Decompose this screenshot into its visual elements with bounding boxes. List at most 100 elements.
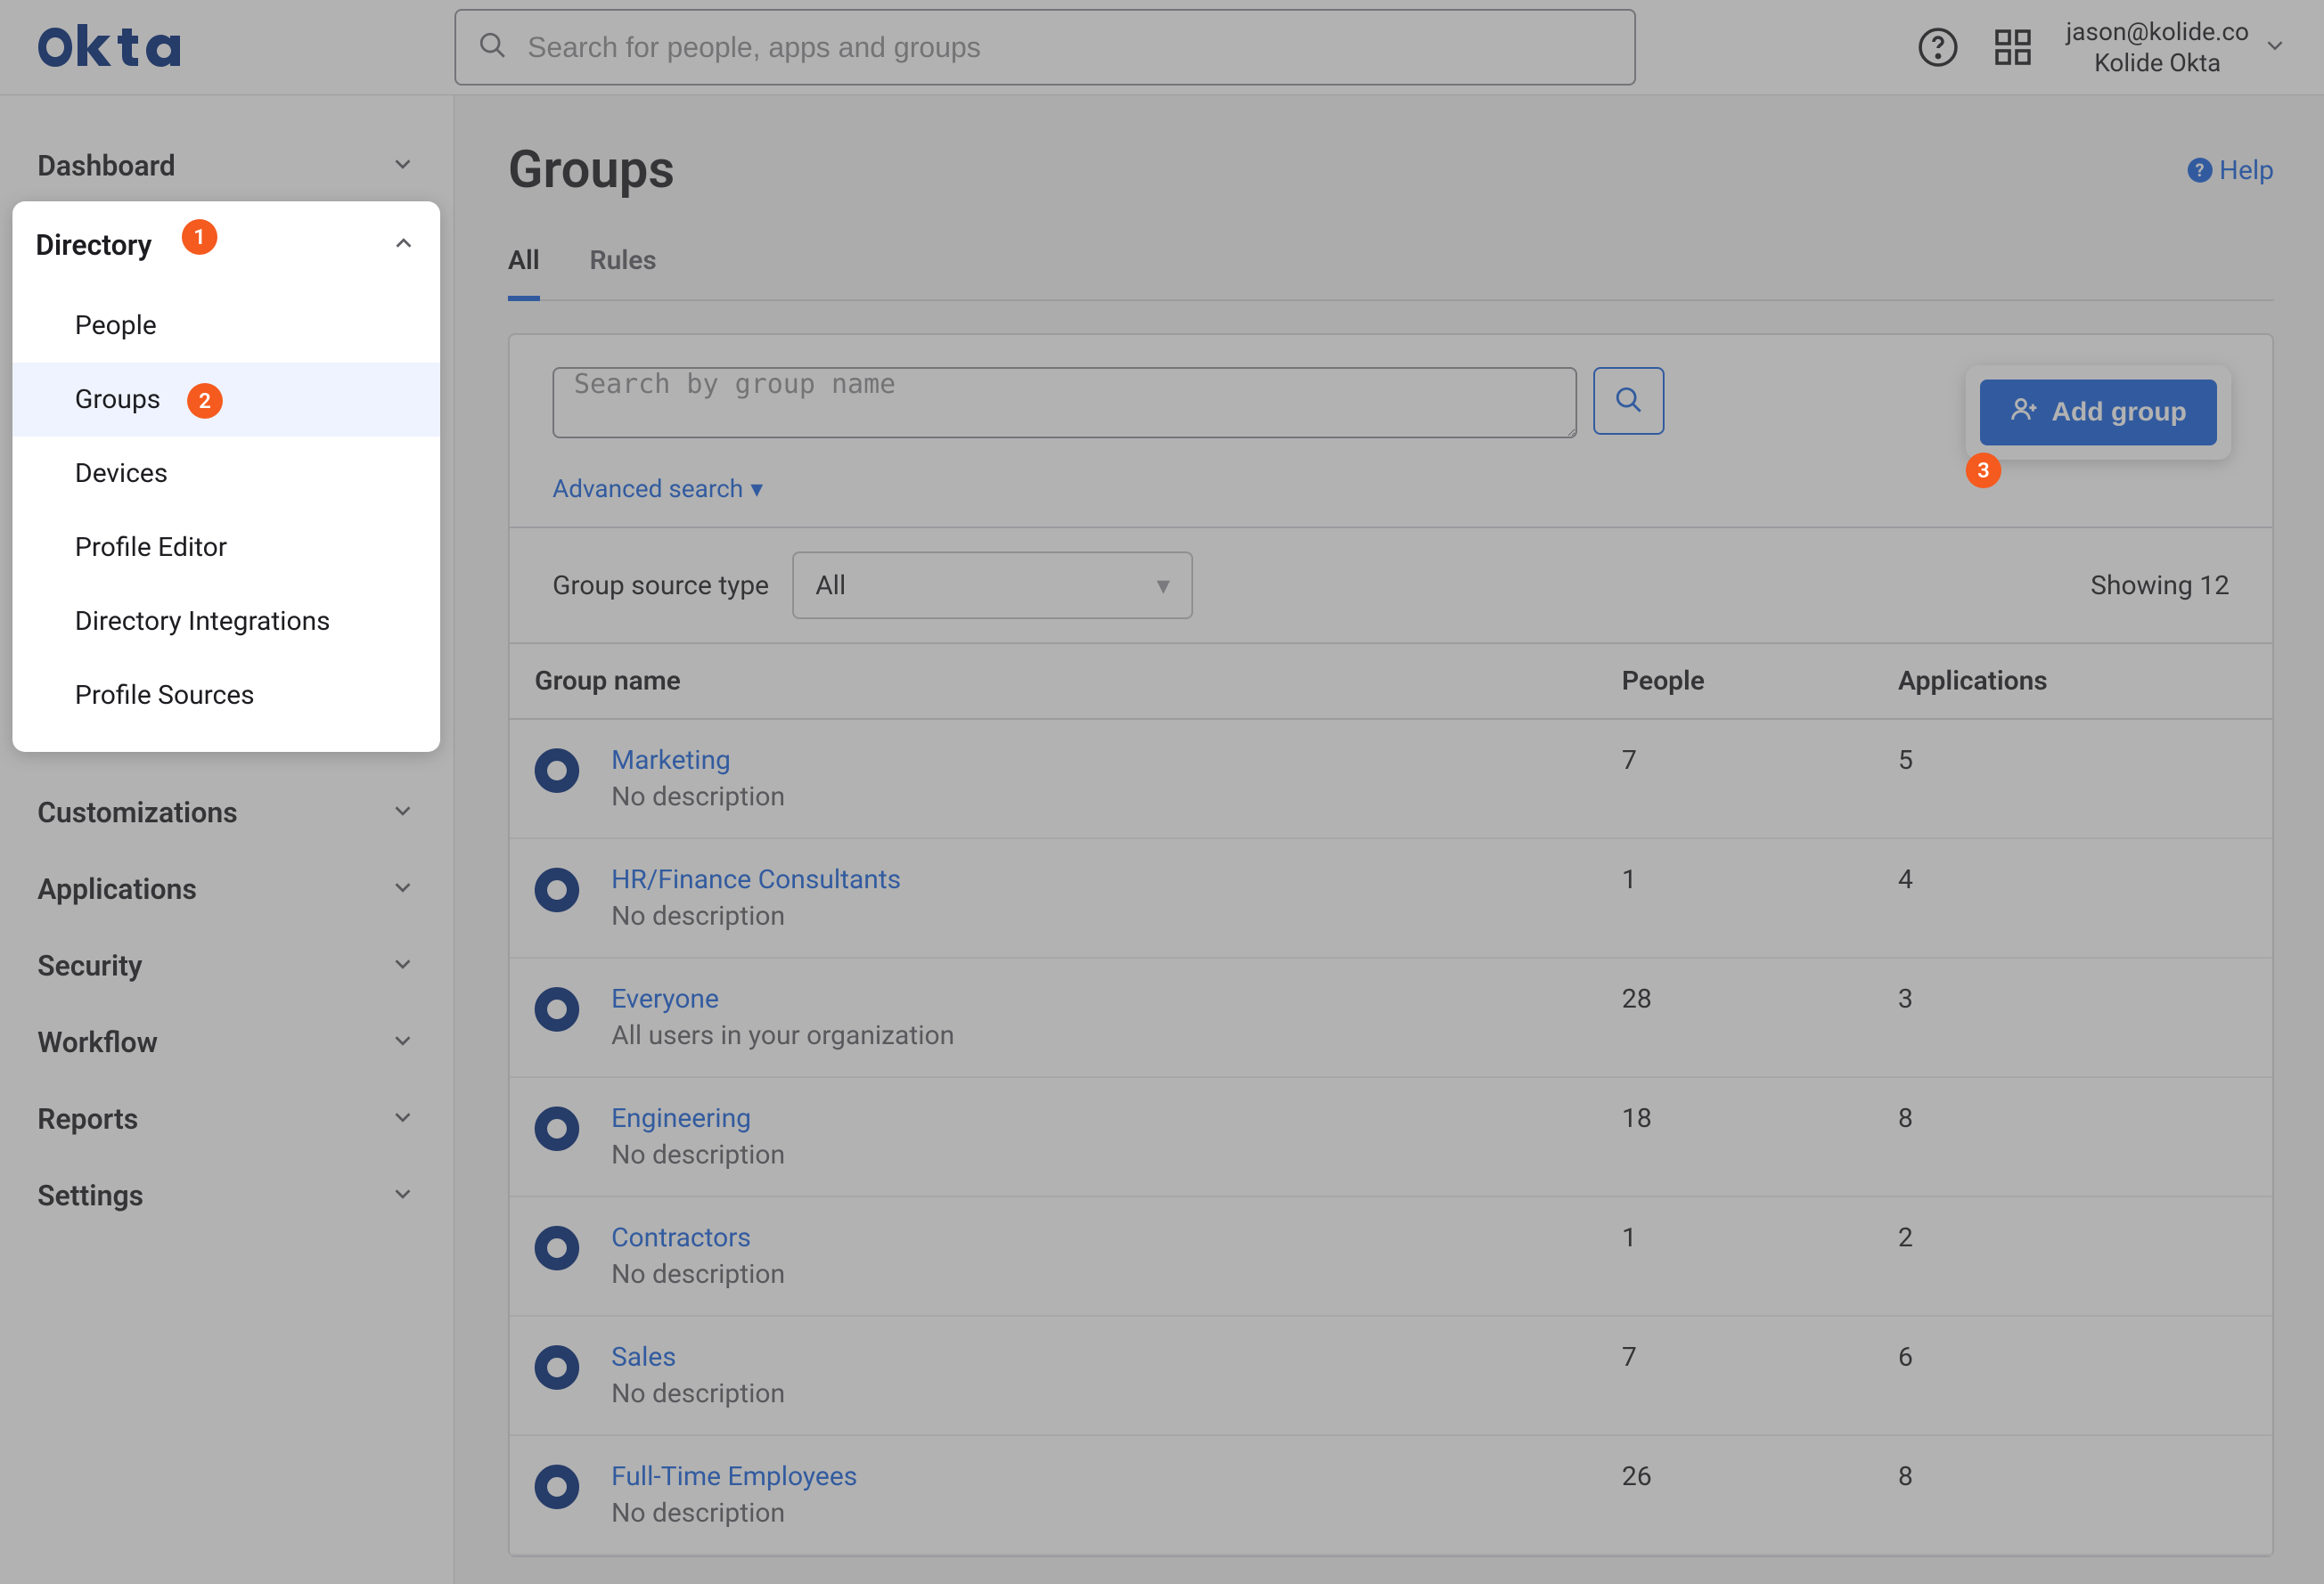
group-circle-icon (535, 1465, 579, 1509)
directory-sub-profile-editor[interactable]: Profile Editor (12, 510, 440, 584)
apps-grid-icon[interactable] (1992, 26, 2034, 69)
directory-sub-devices[interactable]: Devices (12, 437, 440, 510)
directory-sub-groups[interactable]: Groups (12, 363, 440, 437)
chevron-down-icon (389, 1104, 416, 1134)
group-source-type-select[interactable]: All ▾ (792, 551, 1193, 619)
group-name-link[interactable]: HR/Finance Consultants (611, 864, 901, 895)
directory-sub-people[interactable]: People (12, 289, 440, 363)
col-header-people: People (1597, 644, 1873, 719)
apps-cell: 6 (1873, 1316, 2272, 1435)
group-circle-icon (535, 987, 579, 1032)
group-desc: No description (611, 1139, 785, 1171)
user-menu-button[interactable]: jason@kolide.co Kolide Okta (2066, 16, 2288, 78)
chevron-down-icon (389, 874, 416, 904)
table-row[interactable]: Engineering No description 18 8 (510, 1077, 2272, 1196)
table-row[interactable]: Full-Time Employees No description 26 8 (510, 1435, 2272, 1555)
sidebar-item-security[interactable]: Security (0, 927, 454, 1004)
group-source-type-label: Group source type (552, 570, 769, 601)
group-desc: No description (611, 1498, 857, 1529)
people-cell: 28 (1597, 958, 1873, 1077)
apps-cell: 5 (1873, 719, 2272, 838)
group-desc: No description (611, 781, 785, 812)
table-row[interactable]: Marketing No description 7 5 (510, 719, 2272, 838)
help-link[interactable]: ? Help (2188, 155, 2274, 186)
group-circle-icon (535, 1106, 579, 1151)
add-user-icon (2010, 395, 2039, 430)
group-desc: All users in your organization (611, 1020, 954, 1051)
group-search-button[interactable] (1593, 367, 1665, 435)
group-circle-icon (535, 868, 579, 912)
chevron-down-icon (389, 1180, 416, 1211)
sidebar-item-directory[interactable]: Directory (12, 201, 440, 289)
tabs: All Rules (508, 245, 2274, 301)
apps-cell: 3 (1873, 958, 2272, 1077)
add-group-button[interactable]: Add group (1980, 380, 2217, 445)
group-desc: No description (611, 901, 901, 932)
group-name-link[interactable]: Marketing (611, 745, 785, 776)
people-cell: 26 (1597, 1435, 1873, 1555)
people-cell: 7 (1597, 719, 1873, 838)
people-cell: 1 (1597, 838, 1873, 958)
group-circle-icon (535, 1345, 579, 1390)
people-cell: 1 (1597, 1196, 1873, 1316)
group-search-input[interactable] (552, 367, 1577, 438)
group-name-link[interactable]: Contractors (611, 1222, 785, 1253)
col-header-group-name: Group name (510, 644, 1597, 719)
sidebar-item-reports[interactable]: Reports (0, 1081, 454, 1157)
sidebar-item-settings[interactable]: Settings (0, 1157, 454, 1234)
apps-cell: 4 (1873, 838, 2272, 958)
group-name-link[interactable]: Engineering (611, 1103, 785, 1134)
chevron-down-icon (389, 1027, 416, 1057)
apps-cell: 8 (1873, 1077, 2272, 1196)
chevron-down-icon (389, 951, 416, 981)
user-email: jason@kolide.co (2066, 16, 2249, 47)
group-desc: No description (611, 1259, 785, 1290)
global-search-input[interactable] (454, 9, 1636, 86)
main-content: Groups ? Help All Rules (454, 95, 2324, 1584)
callout-badge-3: 3 (1966, 453, 2001, 488)
sidebar-item-customizations[interactable]: Customizations (0, 774, 454, 851)
apps-cell: 2 (1873, 1196, 2272, 1316)
table-row[interactable]: Sales No description 7 6 (510, 1316, 2272, 1435)
table-row[interactable]: Contractors No description 1 2 (510, 1196, 2272, 1316)
directory-sub-directory-integrations[interactable]: Directory Integrations (12, 584, 440, 658)
topbar: jason@kolide.co Kolide Okta (0, 0, 2324, 95)
sidebar-item-applications[interactable]: Applications (0, 851, 454, 927)
group-circle-icon (535, 1226, 579, 1270)
chevron-down-icon (389, 797, 416, 828)
group-circle-icon (535, 748, 579, 793)
group-name-link[interactable]: Full-Time Employees (611, 1461, 857, 1492)
chevron-down-icon (389, 151, 416, 181)
caret-down-icon: ▾ (750, 474, 763, 503)
search-icon (478, 30, 508, 64)
people-cell: 18 (1597, 1077, 1873, 1196)
tab-rules[interactable]: Rules (590, 245, 657, 301)
directory-sub-profile-sources[interactable]: Profile Sources (12, 658, 440, 732)
group-name-link[interactable]: Everyone (611, 984, 954, 1015)
page-title: Groups (508, 140, 675, 200)
help-question-icon: ? (2188, 158, 2213, 183)
sidebar-item-workflow[interactable]: Workflow (0, 1004, 454, 1081)
user-org: Kolide Okta (2066, 47, 2249, 78)
table-row[interactable]: HR/Finance Consultants No description 1 … (510, 838, 2272, 958)
okta-logo[interactable] (36, 23, 454, 71)
showing-count: Showing 12 (2091, 570, 2230, 601)
sidebar-item-dashboard[interactable]: Dashboard (0, 127, 454, 204)
people-cell: 7 (1597, 1316, 1873, 1435)
directory-popup: Directory People Groups Devices Profile … (12, 201, 440, 752)
chevron-up-icon (390, 230, 417, 260)
apps-cell: 8 (1873, 1435, 2272, 1555)
caret-down-icon: ▾ (1157, 570, 1170, 601)
chevron-down-icon (2262, 32, 2288, 62)
search-icon (1614, 385, 1644, 418)
tab-all[interactable]: All (508, 245, 540, 301)
help-circle-icon[interactable] (1917, 26, 1960, 69)
group-name-link[interactable]: Sales (611, 1342, 785, 1373)
callout-badge-1: 1 (182, 219, 217, 255)
table-row[interactable]: Everyone All users in your organization … (510, 958, 2272, 1077)
callout-badge-2: 2 (187, 383, 223, 419)
advanced-search-link[interactable]: Advanced search ▾ (552, 474, 763, 503)
col-header-applications: Applications (1873, 644, 2272, 719)
group-desc: No description (611, 1378, 785, 1409)
groups-table: Group name People Applications Marketing… (510, 644, 2272, 1555)
